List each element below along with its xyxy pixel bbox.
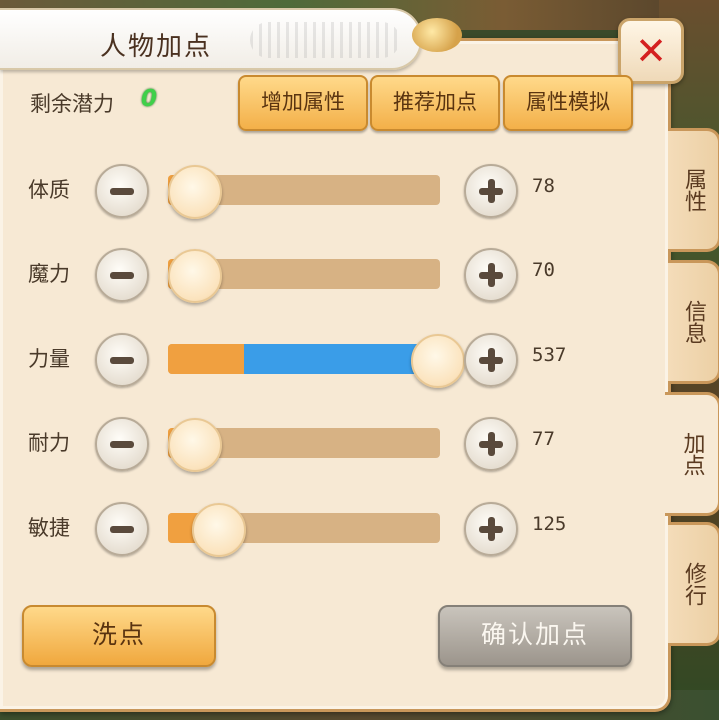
- attribute-label: 力量: [28, 347, 70, 371]
- tab-add-points[interactable]: 加点: [665, 392, 719, 516]
- close-button[interactable]: ✕: [618, 18, 684, 84]
- scroll-decoration: [250, 22, 400, 58]
- slider-knob[interactable]: [168, 418, 222, 472]
- title-scroll: 人物加点: [0, 8, 422, 70]
- increase-button[interactable]: [464, 502, 518, 556]
- tab-label: 属性: [681, 168, 706, 212]
- decrease-button[interactable]: [95, 248, 149, 302]
- plus-icon: [488, 179, 495, 203]
- attribute-label: 耐力: [28, 431, 70, 455]
- attribute-value: 537: [532, 344, 567, 366]
- decrease-button[interactable]: [95, 417, 149, 471]
- attribute-row: 魔力 70: [0, 243, 600, 303]
- slider-added-fill: [244, 344, 436, 374]
- attribute-row: 敏捷 125: [0, 497, 600, 557]
- attribute-label: 魔力: [28, 262, 70, 286]
- tab-label: 修行: [681, 562, 706, 606]
- attribute-slider[interactable]: [168, 503, 440, 557]
- attribute-slider[interactable]: [168, 249, 440, 303]
- cloud-ornament-icon: [412, 18, 462, 52]
- slider-knob[interactable]: [191, 503, 246, 557]
- attribute-slider[interactable]: [168, 334, 465, 388]
- attribute-row: 体质 78: [0, 159, 600, 219]
- attribute-value: 78: [532, 175, 555, 197]
- attribute-row: 力量 537: [0, 328, 600, 388]
- attribute-label: 体质: [28, 178, 70, 202]
- close-icon: ✕: [635, 29, 667, 73]
- confirm-points-button[interactable]: 确认加点: [438, 605, 632, 667]
- attribute-slider[interactable]: [168, 418, 440, 472]
- attribute-value: 77: [532, 428, 555, 450]
- minus-icon: [110, 526, 134, 533]
- window-title: 人物加点: [100, 32, 213, 62]
- tab-cultivation[interactable]: 修行: [668, 522, 719, 646]
- minus-icon: [110, 357, 134, 364]
- potential-value: 0: [141, 86, 158, 112]
- increase-button[interactable]: [464, 333, 518, 387]
- attribute-label: 敏捷: [28, 516, 70, 540]
- plus-icon: [488, 432, 495, 456]
- increase-button[interactable]: [464, 164, 518, 218]
- attribute-row: 耐力 77: [0, 412, 600, 472]
- simulate-attribute-button[interactable]: 属性模拟: [503, 75, 633, 131]
- plus-icon: [488, 517, 495, 541]
- slider-knob[interactable]: [168, 165, 222, 219]
- decrease-button[interactable]: [95, 333, 149, 387]
- decrease-button[interactable]: [95, 164, 149, 218]
- attribute-value: 125: [532, 513, 567, 535]
- minus-icon: [110, 272, 134, 279]
- plus-icon: [488, 263, 495, 287]
- plus-icon: [488, 348, 495, 372]
- attribute-slider[interactable]: [168, 165, 440, 219]
- tab-label: 信息: [681, 300, 706, 344]
- slider-base-fill: [168, 344, 245, 374]
- decrease-button[interactable]: [95, 502, 149, 556]
- slider-knob[interactable]: [410, 334, 465, 388]
- minus-icon: [110, 441, 134, 448]
- wash-points-button[interactable]: 洗点: [22, 605, 216, 667]
- potential-label: 剩余潜力: [30, 92, 114, 116]
- tab-info[interactable]: 信息: [668, 260, 719, 384]
- minus-icon: [110, 188, 134, 195]
- add-attribute-button[interactable]: 增加属性: [238, 75, 368, 131]
- slider-knob[interactable]: [168, 249, 222, 303]
- increase-button[interactable]: [464, 248, 518, 302]
- tab-label: 加点: [679, 432, 705, 476]
- recommend-points-button[interactable]: 推荐加点: [370, 75, 500, 131]
- increase-button[interactable]: [464, 417, 518, 471]
- tab-attributes[interactable]: 属性: [668, 128, 719, 252]
- attribute-value: 70: [532, 259, 555, 281]
